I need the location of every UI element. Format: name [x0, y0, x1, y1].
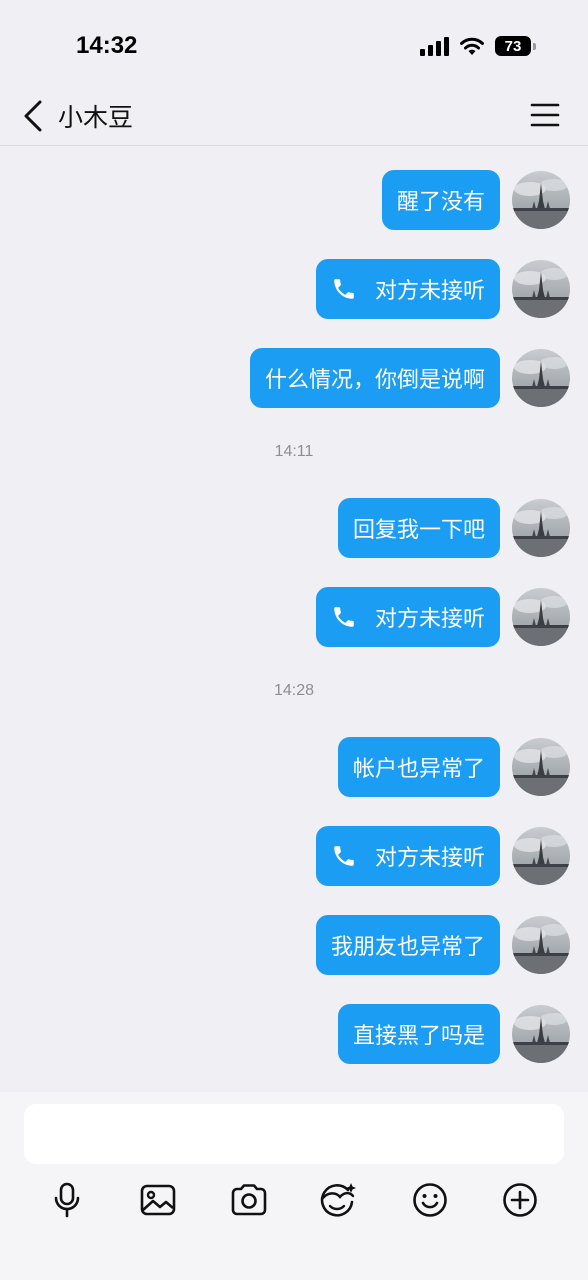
message-text: 直接黑了吗是: [352, 1024, 485, 1049]
avatar[interactable]: [512, 827, 570, 885]
message-bubble[interactable]: 回复我一下吧: [337, 498, 500, 558]
toolbar: [0, 1178, 588, 1222]
plus-icon: [503, 1183, 537, 1217]
message-text: 什么情况，你倒是说啊: [264, 368, 485, 393]
missed-call-message: 对方未接听: [315, 259, 570, 319]
message-row: 直接黑了吗是: [337, 1004, 570, 1064]
avatar[interactable]: [512, 1005, 570, 1063]
avatar[interactable]: [512, 916, 570, 974]
message-text: 回复我一下吧: [352, 518, 485, 543]
signal-icon: [420, 36, 449, 56]
chat-title: 小木豆: [58, 103, 134, 132]
wifi-icon: [460, 37, 484, 55]
avatar[interactable]: [512, 499, 570, 557]
message-bubble[interactable]: 什么情况，你倒是说啊: [249, 348, 500, 408]
message-input[interactable]: [24, 1104, 564, 1164]
image-icon: [140, 1184, 176, 1216]
missed-call-message: 对方未接听: [315, 587, 570, 647]
message-list[interactable]: 醒了没有 对方未接听 什么情况，你倒是说啊 14:11 回复我一下吧 对方未接听…: [0, 147, 588, 1092]
avatar[interactable]: [512, 588, 570, 646]
voice-button[interactable]: [45, 1178, 89, 1222]
sticker-icon: [320, 1183, 356, 1217]
message-text: 对方未接听: [374, 846, 485, 871]
status-icons: 73: [420, 36, 536, 56]
menu-button[interactable]: [530, 102, 560, 128]
emoji-button[interactable]: [408, 1178, 452, 1222]
battery-icon: 73: [495, 36, 531, 56]
message-timestamp: 14:28: [273, 682, 315, 699]
phone-icon: [331, 276, 357, 302]
missed-call-message: 对方未接听: [315, 826, 570, 886]
battery-cap: [533, 42, 536, 50]
message-row: 帐户也异常了: [337, 737, 570, 797]
message-timestamp: 14:11: [274, 443, 314, 460]
message-bubble[interactable]: 我朋友也异常了: [315, 915, 500, 975]
message-bubble[interactable]: 对方未接听: [315, 826, 500, 886]
battery-level: 73: [504, 37, 522, 55]
chevron-left-icon: [24, 100, 42, 132]
phone-icon: [331, 604, 357, 630]
status-bar: 14:32 73: [0, 0, 588, 88]
message-bubble[interactable]: 对方未接听: [315, 587, 500, 647]
status-time: 14:32: [76, 32, 138, 59]
back-button[interactable]: [16, 98, 50, 134]
message-bubble[interactable]: 帐户也异常了: [337, 737, 500, 797]
sticker-button[interactable]: [316, 1178, 360, 1222]
nav-bar: 小木豆: [0, 88, 588, 146]
message-text: 帐户也异常了: [352, 757, 485, 782]
message-bubble[interactable]: 醒了没有: [381, 170, 500, 230]
message-bubble[interactable]: 直接黑了吗是: [337, 1004, 500, 1064]
message-row: 什么情况，你倒是说啊: [249, 348, 570, 408]
message-row: 醒了没有: [381, 170, 570, 230]
message-text: 对方未接听: [374, 279, 485, 304]
message-row: 回复我一下吧: [337, 498, 570, 558]
avatar[interactable]: [512, 260, 570, 318]
message-text: 我朋友也异常了: [330, 935, 485, 960]
message-text: 对方未接听: [374, 607, 485, 632]
message-row: 我朋友也异常了: [315, 915, 570, 975]
input-area: [0, 1092, 588, 1280]
microphone-icon: [54, 1182, 80, 1218]
emoji-icon: [413, 1183, 447, 1217]
camera-icon: [231, 1184, 267, 1216]
more-button[interactable]: [498, 1178, 542, 1222]
phone-icon: [331, 843, 357, 869]
message-bubble[interactable]: 对方未接听: [315, 259, 500, 319]
avatar[interactable]: [512, 349, 570, 407]
message-text: 醒了没有: [396, 190, 485, 215]
avatar[interactable]: [512, 171, 570, 229]
camera-button[interactable]: [227, 1178, 271, 1222]
menu-icon: [530, 103, 560, 127]
image-button[interactable]: [136, 1178, 180, 1222]
avatar[interactable]: [512, 738, 570, 796]
